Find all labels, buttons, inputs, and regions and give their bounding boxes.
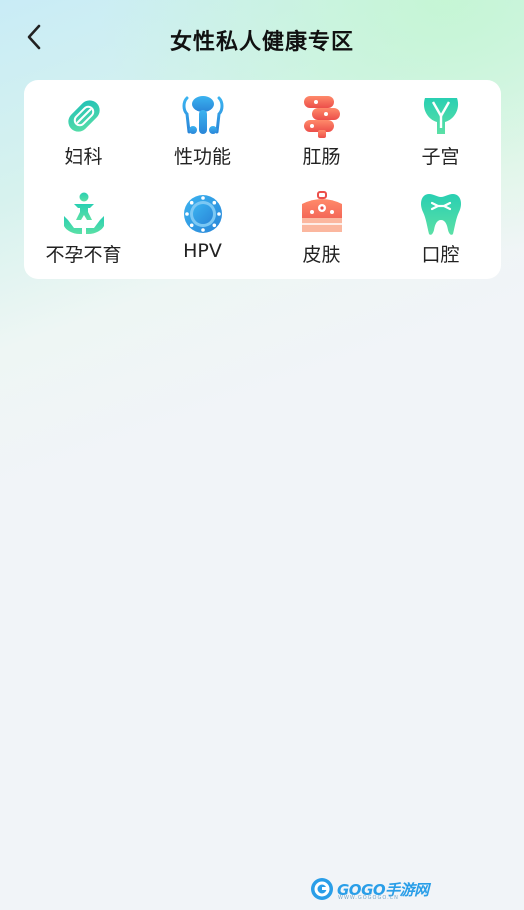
tooth-icon: [420, 194, 461, 235]
virus-icon: [183, 195, 222, 233]
gogo-logo-icon: [311, 878, 333, 900]
category-sexual-function[interactable]: 性功能: [143, 80, 262, 170]
category-label: 子宫: [421, 146, 460, 168]
intestine-icon: [303, 96, 340, 138]
category-label: 皮肤: [302, 244, 341, 266]
watermark-site: WWW.GOGOGO.CN: [338, 895, 399, 901]
category-label: 不孕不育: [45, 244, 122, 266]
category-label: 妇科: [64, 146, 103, 168]
category-hpv[interactable]: HPV: [143, 178, 262, 268]
uterus-icon: [423, 98, 458, 134]
category-label: 肛肠: [302, 146, 341, 168]
category-card: 妇科 性功能 肛肠 子宫 不孕不育 HPV 皮肤 口腔: [24, 80, 501, 279]
category-skin[interactable]: 皮肤: [262, 178, 381, 268]
category-label: 口腔: [421, 244, 460, 266]
category-infertility[interactable]: 不孕不育: [24, 178, 143, 268]
reproductive-icon: [182, 96, 223, 134]
category-oral[interactable]: 口腔: [381, 178, 500, 268]
category-label: HPV: [183, 240, 222, 262]
category-gynecology[interactable]: 妇科: [24, 80, 143, 170]
skin-icon: [301, 191, 342, 232]
category-anorectal[interactable]: 肛肠: [262, 80, 381, 170]
baby-hands-icon: [63, 192, 104, 234]
page-title: 女性私人健康专区: [169, 30, 354, 55]
pad-icon: [67, 100, 100, 132]
watermark-logo: GOGO手游网 WWW.GOGOGO.CN: [310, 876, 429, 902]
category-label: 性功能: [173, 146, 231, 168]
category-uterus[interactable]: 子宫: [381, 80, 500, 170]
